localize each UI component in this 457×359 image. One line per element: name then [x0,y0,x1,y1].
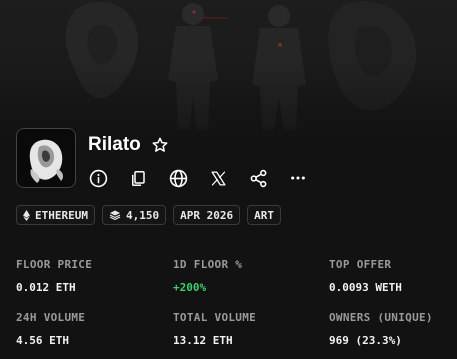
collection-tags: ETHEREUM 4,150 APR 2026 ART [16,205,281,225]
category-label: ART [254,208,274,222]
collection-avatar [16,128,76,188]
website-button[interactable] [168,166,188,190]
x-social-button[interactable] [208,166,228,190]
share-icon [250,169,266,187]
collection-name: Rilato [88,134,141,155]
copy-icon [132,170,145,186]
stat-label: TOTAL VOLUME [173,311,257,324]
copy-button[interactable] [128,166,148,190]
collection-actions [88,166,308,190]
items-count: 4,150 [125,208,160,222]
stat-value: 969 (23.3%) [329,334,402,347]
stat-label: 24H VOLUME [16,311,86,324]
category-tag[interactable]: ART [247,205,281,225]
collection-header: Rilato [88,134,169,156]
stat-label: TOP OFFER [329,258,392,271]
stat-label: FLOOR PRICE [16,258,93,271]
more-button[interactable] [288,166,308,190]
stat-value: 0.0093 WETH [329,281,402,294]
info-icon [89,169,107,187]
stat-label: OWNERS (UNIQUE) [329,311,433,324]
stat-label: 1D FLOOR % [173,258,243,271]
stat-floor-price[interactable]: FLOOR PRICE 0.012 ETH [16,258,92,294]
ghost-art-avatar-icon [17,129,75,187]
x-icon [210,170,226,186]
stat-value: +200% [173,281,207,294]
stat-floor-change[interactable]: 1D FLOOR % +200% [173,258,242,294]
stat-volume-24h[interactable]: 24H VOLUME 4.56 ETH [16,311,85,347]
chain-label: ETHEREUM [35,208,88,222]
stat-value: 4.56 ETH [16,334,69,347]
stat-owners[interactable]: OWNERS (UNIQUE) 969 (23.3%) [329,311,433,347]
date-label: APR 2026 [180,208,234,222]
ethereum-icon [23,209,30,221]
stat-value: 0.012 ETH [16,281,76,294]
items-tag[interactable]: 4,150 [101,205,167,225]
date-tag[interactable]: APR 2026 [173,205,241,225]
info-button[interactable] [88,166,108,190]
more-icon [291,176,305,180]
stat-value: 13.12 ETH [173,334,233,347]
globe-icon [169,169,187,187]
share-button[interactable] [248,166,268,190]
stat-total-volume[interactable]: TOTAL VOLUME 13.12 ETH [173,311,256,347]
star-icon[interactable] [151,136,169,154]
layers-icon [109,210,121,221]
chain-tag[interactable]: ETHEREUM [16,205,95,225]
stat-top-offer[interactable]: TOP OFFER 0.0093 WETH [329,258,402,294]
